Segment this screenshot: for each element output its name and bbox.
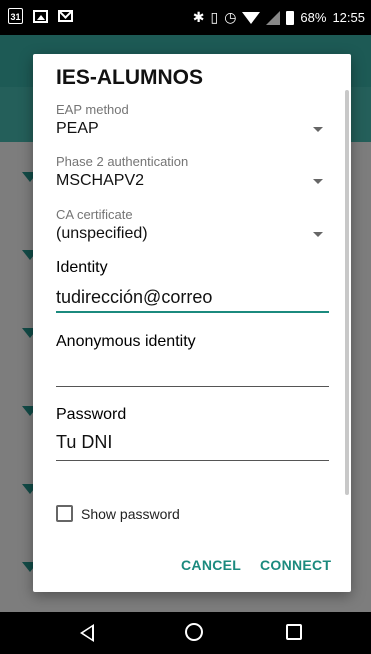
anonymous-identity-underline <box>56 386 329 387</box>
image-icon <box>33 9 48 23</box>
phase2-auth-value: MSCHAPV2 <box>56 172 145 189</box>
bluetooth-icon: ✱ <box>192 9 205 25</box>
identity-value: tudirección@correo <box>56 287 213 307</box>
ca-certificate-spinner[interactable]: CA certificate (unspecified) <box>56 207 329 243</box>
back-icon[interactable] <box>80 624 94 642</box>
scrollbar[interactable] <box>345 90 349 495</box>
eap-method-value: PEAP <box>56 120 99 137</box>
mail-icon <box>58 10 73 22</box>
show-password-label[interactable]: Show password <box>81 506 180 522</box>
password-label: Password <box>56 406 127 423</box>
ca-certificate-label: CA certificate <box>56 207 133 222</box>
dropdown-arrow-icon <box>313 179 323 184</box>
navigation-bar <box>0 612 371 654</box>
eap-method-label: EAP method <box>56 102 129 117</box>
anonymous-identity-field[interactable] <box>56 357 329 385</box>
calendar-icon: 31 <box>8 8 23 24</box>
signal-icon <box>266 10 281 25</box>
identity-underline <box>56 311 329 313</box>
wifi-config-dialog: IES-ALUMNOS EAP method PEAP Phase 2 auth… <box>33 54 351 592</box>
status-bar: 31 ✱ ▯ ◷ 68% 12:55 <box>0 0 371 35</box>
show-password-checkbox[interactable] <box>56 505 73 522</box>
connect-button[interactable]: CONNECT <box>260 557 331 573</box>
identity-field[interactable]: tudirección@correo <box>56 287 329 308</box>
phase2-auth-label: Phase 2 authentication <box>56 154 189 169</box>
alarm-icon: ◷ <box>224 9 237 25</box>
recent-apps-icon[interactable] <box>286 624 302 640</box>
password-value: Tu DNI <box>56 432 113 452</box>
dropdown-arrow-icon <box>313 127 323 132</box>
password-field[interactable]: Tu DNI <box>56 432 329 453</box>
anonymous-identity-label: Anonymous identity <box>56 333 196 350</box>
home-icon[interactable] <box>185 623 203 641</box>
password-underline <box>56 460 329 461</box>
dropdown-arrow-icon <box>313 232 323 237</box>
clock: 12:55 <box>332 10 365 25</box>
phase2-auth-spinner[interactable]: Phase 2 authentication MSCHAPV2 <box>56 154 329 190</box>
battery-percent: 68% <box>300 10 327 25</box>
cancel-button[interactable]: CANCEL <box>181 557 241 573</box>
vibrate-icon: ▯ <box>210 9 219 25</box>
identity-label: Identity <box>56 259 108 276</box>
ca-certificate-value: (unspecified) <box>56 225 148 242</box>
dialog-title: IES-ALUMNOS <box>56 66 203 89</box>
wifi-icon <box>242 11 261 24</box>
battery-icon <box>286 10 295 25</box>
eap-method-spinner[interactable]: EAP method PEAP <box>56 102 329 138</box>
